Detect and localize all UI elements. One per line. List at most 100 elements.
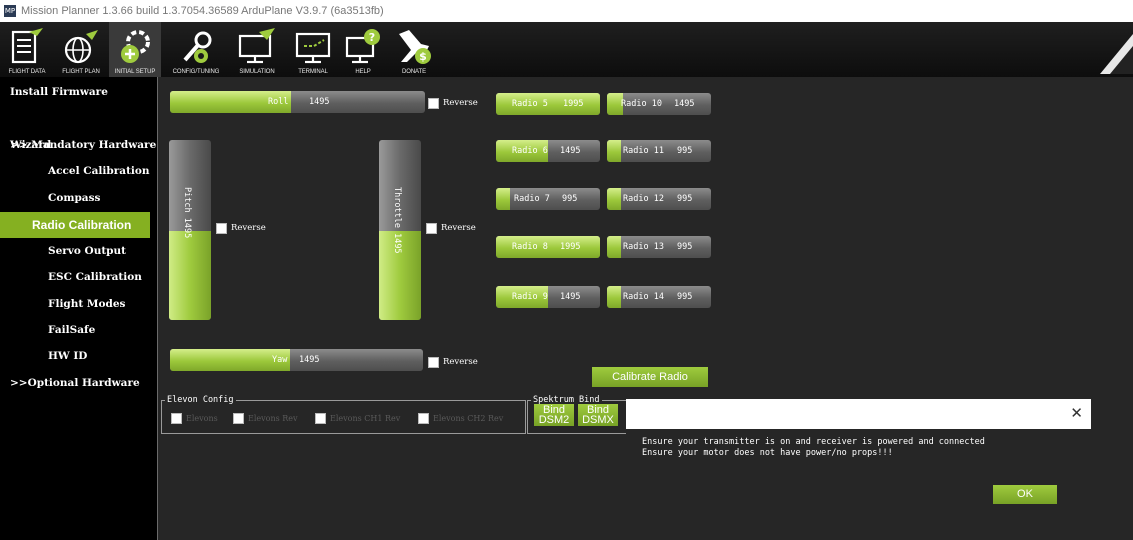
- radio-6-value: 1495: [560, 146, 581, 156]
- radio-13-value: 995: [677, 242, 693, 252]
- ok-button[interactable]: OK: [993, 485, 1057, 504]
- throttle-bar-text: Throttle 1495: [392, 187, 402, 254]
- toolbar-label: FLIGHT PLAN: [62, 69, 100, 75]
- radio-12-label: Radio 12: [623, 194, 664, 204]
- elevons-ch2-rev-label: Elevons CH2 Rev: [433, 413, 504, 423]
- radio-10-label: Radio 10: [621, 99, 662, 109]
- radio-7-fill: [496, 188, 510, 210]
- yaw-bar-label: Yaw: [272, 355, 288, 365]
- pitch-bar: Pitch 1495: [169, 140, 211, 320]
- donate-icon: $: [399, 30, 431, 64]
- radio-9-bar: Radio 9 1495: [496, 286, 600, 308]
- pitch-bar-text: Pitch 1495: [182, 187, 192, 238]
- toolbar-label: DONATE: [402, 69, 426, 75]
- radio-11-value: 995: [677, 146, 693, 156]
- radio-6-label: Radio 6: [512, 146, 548, 156]
- window-title: Mission Planner 1.3.66 build 1.3.7054.36…: [21, 5, 384, 17]
- radio-8-value: 1995: [560, 242, 581, 252]
- flight-plan-icon: [64, 30, 98, 64]
- toolbar-simulation-button[interactable]: SIMULATION: [232, 22, 282, 77]
- bind-dsm2-button[interactable]: Bind DSM2: [534, 404, 574, 426]
- elevons-ch2-rev-checkbox[interactable]: Elevons CH2 Rev: [418, 411, 503, 425]
- sidebar-item-accel-calibration[interactable]: Accel Calibration: [0, 158, 158, 184]
- yaw-bar-value: 1495: [299, 355, 320, 365]
- sidebar-item-mandatory-hardware[interactable]: >> Mandatory Hardware: [0, 132, 158, 158]
- elevons-label: Elevons: [186, 413, 218, 423]
- radio-13-bar: Radio 13 995: [607, 236, 711, 258]
- toolbar-label: FLIGHT DATA: [8, 69, 46, 75]
- reverse-label: Reverse: [443, 98, 478, 108]
- main-toolbar: FLIGHT DATA FLIGHT PLAN INITIAL SETUP CO…: [0, 22, 1133, 77]
- checkbox-box[interactable]: [428, 97, 439, 109]
- simulation-icon: [238, 28, 275, 64]
- title-bar: MP Mission Planner 1.3.66 build 1.3.7054…: [0, 0, 1133, 22]
- close-icon[interactable]: ✕: [1070, 403, 1083, 423]
- bind-dsmx-button[interactable]: Bind DSMX: [578, 404, 618, 426]
- checkbox-box[interactable]: [418, 412, 429, 424]
- elevon-config-title: Elevon Config: [165, 395, 236, 406]
- checkbox-box[interactable]: [426, 222, 437, 234]
- svg-text:$: $: [419, 50, 427, 63]
- radio-5-label: Radio 5: [512, 99, 548, 109]
- checkbox-box[interactable]: [428, 356, 439, 368]
- pitch-bar-fill: [169, 230, 211, 320]
- sidebar-item-hw-id[interactable]: HW ID: [0, 343, 158, 369]
- throttle-bar-value: 1495: [392, 233, 402, 254]
- elevons-ch1-rev-label: Elevons CH1 Rev: [330, 413, 401, 423]
- throttle-reverse-checkbox[interactable]: Reverse: [426, 221, 476, 235]
- toolbar-initial-setup-button[interactable]: INITIAL SETUP: [109, 22, 161, 77]
- sidebar-item-flight-modes[interactable]: Flight Modes: [0, 291, 158, 317]
- toolbar-flight-plan-button[interactable]: FLIGHT PLAN: [55, 22, 107, 77]
- setup-sidebar: Install Firmware Wizard >> Mandatory Har…: [0, 77, 158, 540]
- roll-bar-value: 1495: [309, 97, 330, 107]
- toolbar-flight-data-button[interactable]: FLIGHT DATA: [2, 22, 52, 77]
- sidebar-item-optional-hardware[interactable]: >>Optional Hardware: [0, 370, 158, 396]
- reverse-label: Reverse: [443, 357, 478, 367]
- checkbox-box[interactable]: [216, 222, 227, 234]
- toolbar-donate-button[interactable]: $ DONATE: [392, 22, 436, 77]
- radio-12-bar: Radio 12 995: [607, 188, 711, 210]
- toolbar-label: SIMULATION: [239, 69, 275, 75]
- elevons-rev-label: Elevons Rev: [248, 413, 298, 423]
- radio-12-fill: [607, 188, 621, 210]
- yaw-reverse-checkbox[interactable]: Reverse: [428, 355, 478, 369]
- sidebar-item-compass[interactable]: Compass: [0, 185, 158, 211]
- radio-5-value: 1995: [563, 99, 584, 109]
- toolbar-config-tuning-button[interactable]: CONFIG/TUNING: [166, 22, 226, 77]
- roll-reverse-checkbox[interactable]: Reverse: [428, 96, 478, 110]
- checkbox-box[interactable]: [233, 412, 244, 424]
- mission-planner-app-icon: MP: [4, 5, 16, 17]
- checkbox-box[interactable]: [171, 412, 182, 424]
- reverse-label: Reverse: [441, 223, 476, 233]
- toolbar-label: CONFIG/TUNING: [172, 69, 220, 75]
- reverse-label: Reverse: [231, 223, 266, 233]
- sidebar-item-install-firmware[interactable]: Install Firmware: [0, 79, 158, 105]
- toolbar-help-button[interactable]: ? HELP: [340, 22, 386, 77]
- radio-12-value: 995: [677, 194, 693, 204]
- elevons-ch1-rev-checkbox[interactable]: Elevons CH1 Rev: [315, 411, 400, 425]
- elevons-checkbox[interactable]: Elevons: [171, 411, 218, 425]
- toolbar-label: HELP: [355, 69, 371, 75]
- config-tuning-icon: [183, 31, 212, 63]
- elevons-rev-checkbox[interactable]: Elevons Rev: [233, 411, 298, 425]
- radio-13-fill: [607, 236, 621, 258]
- radio-11-bar: Radio 11 995: [607, 140, 711, 162]
- radio-8-label: Radio 8: [512, 242, 548, 252]
- sidebar-item-servo-output[interactable]: Servo Output: [0, 238, 158, 264]
- radio-7-label: Radio 7: [514, 194, 550, 204]
- initial-setup-icon: [121, 30, 150, 63]
- calibrate-radio-button[interactable]: Calibrate Radio: [592, 367, 708, 387]
- radio-11-label: Radio 11: [623, 146, 664, 156]
- sidebar-item-esc-calibration[interactable]: ESC Calibration: [0, 264, 158, 290]
- sidebar-item-radio-calibration[interactable]: Radio Calibration: [0, 212, 150, 238]
- pitch-reverse-checkbox[interactable]: Reverse: [216, 221, 266, 235]
- ensure-transmitter-dialog: ✕ Ensure your transmitter is on and rece…: [626, 399, 1091, 540]
- radio-7-value: 995: [562, 194, 578, 204]
- pitch-bar-value: 1495: [182, 217, 192, 239]
- radio-10-value: 1495: [674, 99, 695, 109]
- radio-13-label: Radio 13: [623, 242, 664, 252]
- checkbox-box[interactable]: [315, 412, 326, 424]
- roll-bar: Roll 1495: [170, 91, 425, 113]
- sidebar-item-failsafe[interactable]: FailSafe: [0, 317, 158, 343]
- toolbar-terminal-button[interactable]: TERMINAL: [290, 22, 336, 77]
